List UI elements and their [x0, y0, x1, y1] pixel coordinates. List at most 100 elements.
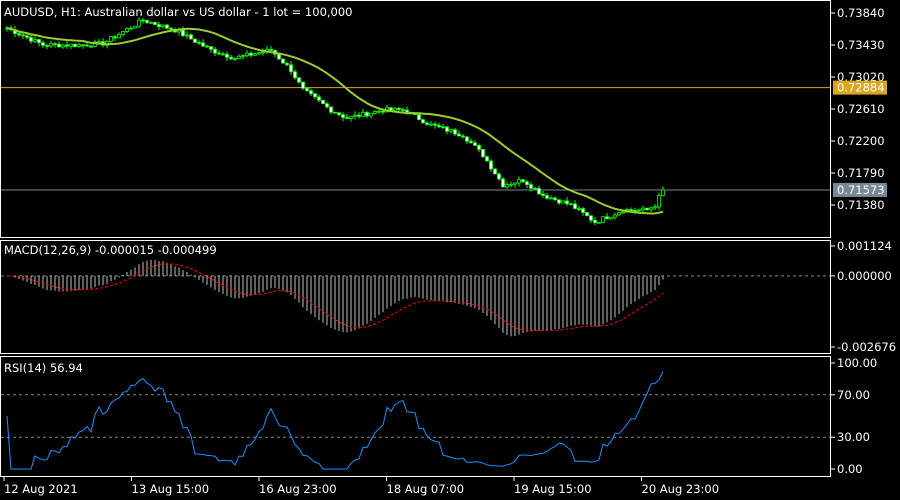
candle-body — [653, 206, 657, 209]
candle-body — [233, 58, 237, 60]
candle-body — [457, 133, 461, 137]
candle-body — [133, 25, 137, 29]
rsi-tick-label: 70.00 — [837, 388, 870, 402]
candle-body — [341, 114, 345, 118]
candle-body — [109, 36, 113, 42]
price-tick-label: 0.72610 — [837, 102, 885, 116]
candle-body — [317, 96, 321, 101]
time-tick-label: 12 Aug 2021 — [4, 482, 78, 496]
candle-body — [353, 114, 357, 117]
candle-body — [465, 136, 469, 142]
candle-body — [605, 216, 609, 220]
candle-body — [77, 44, 81, 48]
price-tick-label: 0.72200 — [837, 134, 885, 148]
candle-body — [501, 178, 505, 188]
candle-body — [241, 55, 245, 57]
candle-body — [525, 181, 529, 185]
candle-body — [629, 209, 633, 211]
macd-tick-label: 0.001124 — [837, 239, 892, 253]
candle-body — [89, 45, 93, 48]
candle-body — [137, 19, 141, 27]
time-tick-label: 16 Aug 23:00 — [259, 482, 337, 496]
candle-body — [365, 111, 369, 117]
candle-body — [425, 122, 429, 125]
candle-body — [541, 193, 545, 196]
candle-body — [477, 145, 481, 150]
candle-body — [657, 195, 661, 208]
candle-body — [573, 203, 577, 209]
candle-body — [417, 114, 421, 121]
candle-body — [213, 48, 217, 54]
candle-body — [329, 106, 333, 113]
candle-body — [521, 179, 525, 183]
candle-body — [269, 48, 273, 51]
candle-body — [209, 46, 213, 50]
candle-body — [577, 208, 581, 210]
bid-price-badge-text: 0.71573 — [837, 183, 885, 197]
candle-body — [469, 140, 473, 144]
candle-body — [349, 115, 353, 119]
rsi-label: RSI(14) 56.94 — [4, 361, 83, 375]
candle-body — [537, 188, 541, 195]
candle-body — [305, 87, 309, 92]
candle-body — [81, 44, 85, 47]
candle-body — [197, 41, 201, 44]
candle-body — [429, 123, 433, 126]
candle-body — [285, 62, 289, 66]
rsi-tick-label: 100.00 — [837, 356, 877, 370]
candle-body — [641, 207, 645, 211]
candle-body — [513, 182, 517, 185]
candle-body — [21, 34, 25, 37]
candle-body — [45, 45, 49, 47]
candle-body — [201, 42, 205, 47]
candle-body — [337, 112, 341, 116]
candle-body — [229, 56, 233, 60]
candle-body — [141, 19, 145, 22]
candle-body — [85, 44, 89, 47]
chart-canvas[interactable]: 0.738400.734300.730200.726100.722000.717… — [0, 0, 900, 500]
price-tick-label: 0.73430 — [837, 38, 885, 52]
candle-body — [393, 107, 397, 111]
candle-body — [281, 58, 285, 64]
candle-body — [529, 184, 533, 189]
candle-body — [345, 116, 349, 119]
candle-body — [113, 36, 117, 39]
candle-body — [165, 24, 169, 29]
candle-body — [29, 37, 33, 42]
candle-body — [489, 160, 493, 170]
candle-body — [461, 135, 465, 138]
level-price-badge-text: 0.72884 — [837, 81, 885, 95]
candle-body — [321, 99, 325, 105]
candle-body — [193, 38, 197, 43]
candle-body — [601, 216, 605, 223]
candle-body — [377, 110, 381, 113]
candle-body — [253, 53, 257, 56]
candle-body — [293, 71, 297, 79]
candle-body — [593, 219, 597, 224]
candle-body — [557, 199, 561, 204]
candle-body — [381, 110, 385, 113]
candle-body — [161, 24, 165, 28]
candle-body — [333, 111, 337, 114]
candle-body — [437, 124, 441, 128]
candle-body — [621, 211, 625, 214]
candle-body — [325, 103, 329, 108]
candle-body — [25, 35, 29, 38]
candle-body — [445, 126, 449, 132]
candle-body — [297, 77, 301, 83]
candle-body — [661, 189, 665, 197]
candle-body — [65, 44, 69, 47]
candle-body — [33, 39, 37, 42]
candle-body — [313, 93, 317, 98]
candle-body — [121, 31, 125, 35]
candle-body — [129, 27, 133, 30]
candle-body — [73, 43, 77, 48]
rsi-line — [6, 371, 664, 470]
time-tick-label: 13 Aug 15:00 — [132, 482, 210, 496]
candle-body — [485, 156, 489, 162]
time-tick-label: 20 Aug 23:00 — [642, 482, 720, 496]
price-tick-label: 0.73840 — [837, 6, 885, 20]
time-tick-label: 18 Aug 07:00 — [387, 482, 465, 496]
candle-body — [497, 173, 501, 180]
candle-body — [617, 212, 621, 216]
